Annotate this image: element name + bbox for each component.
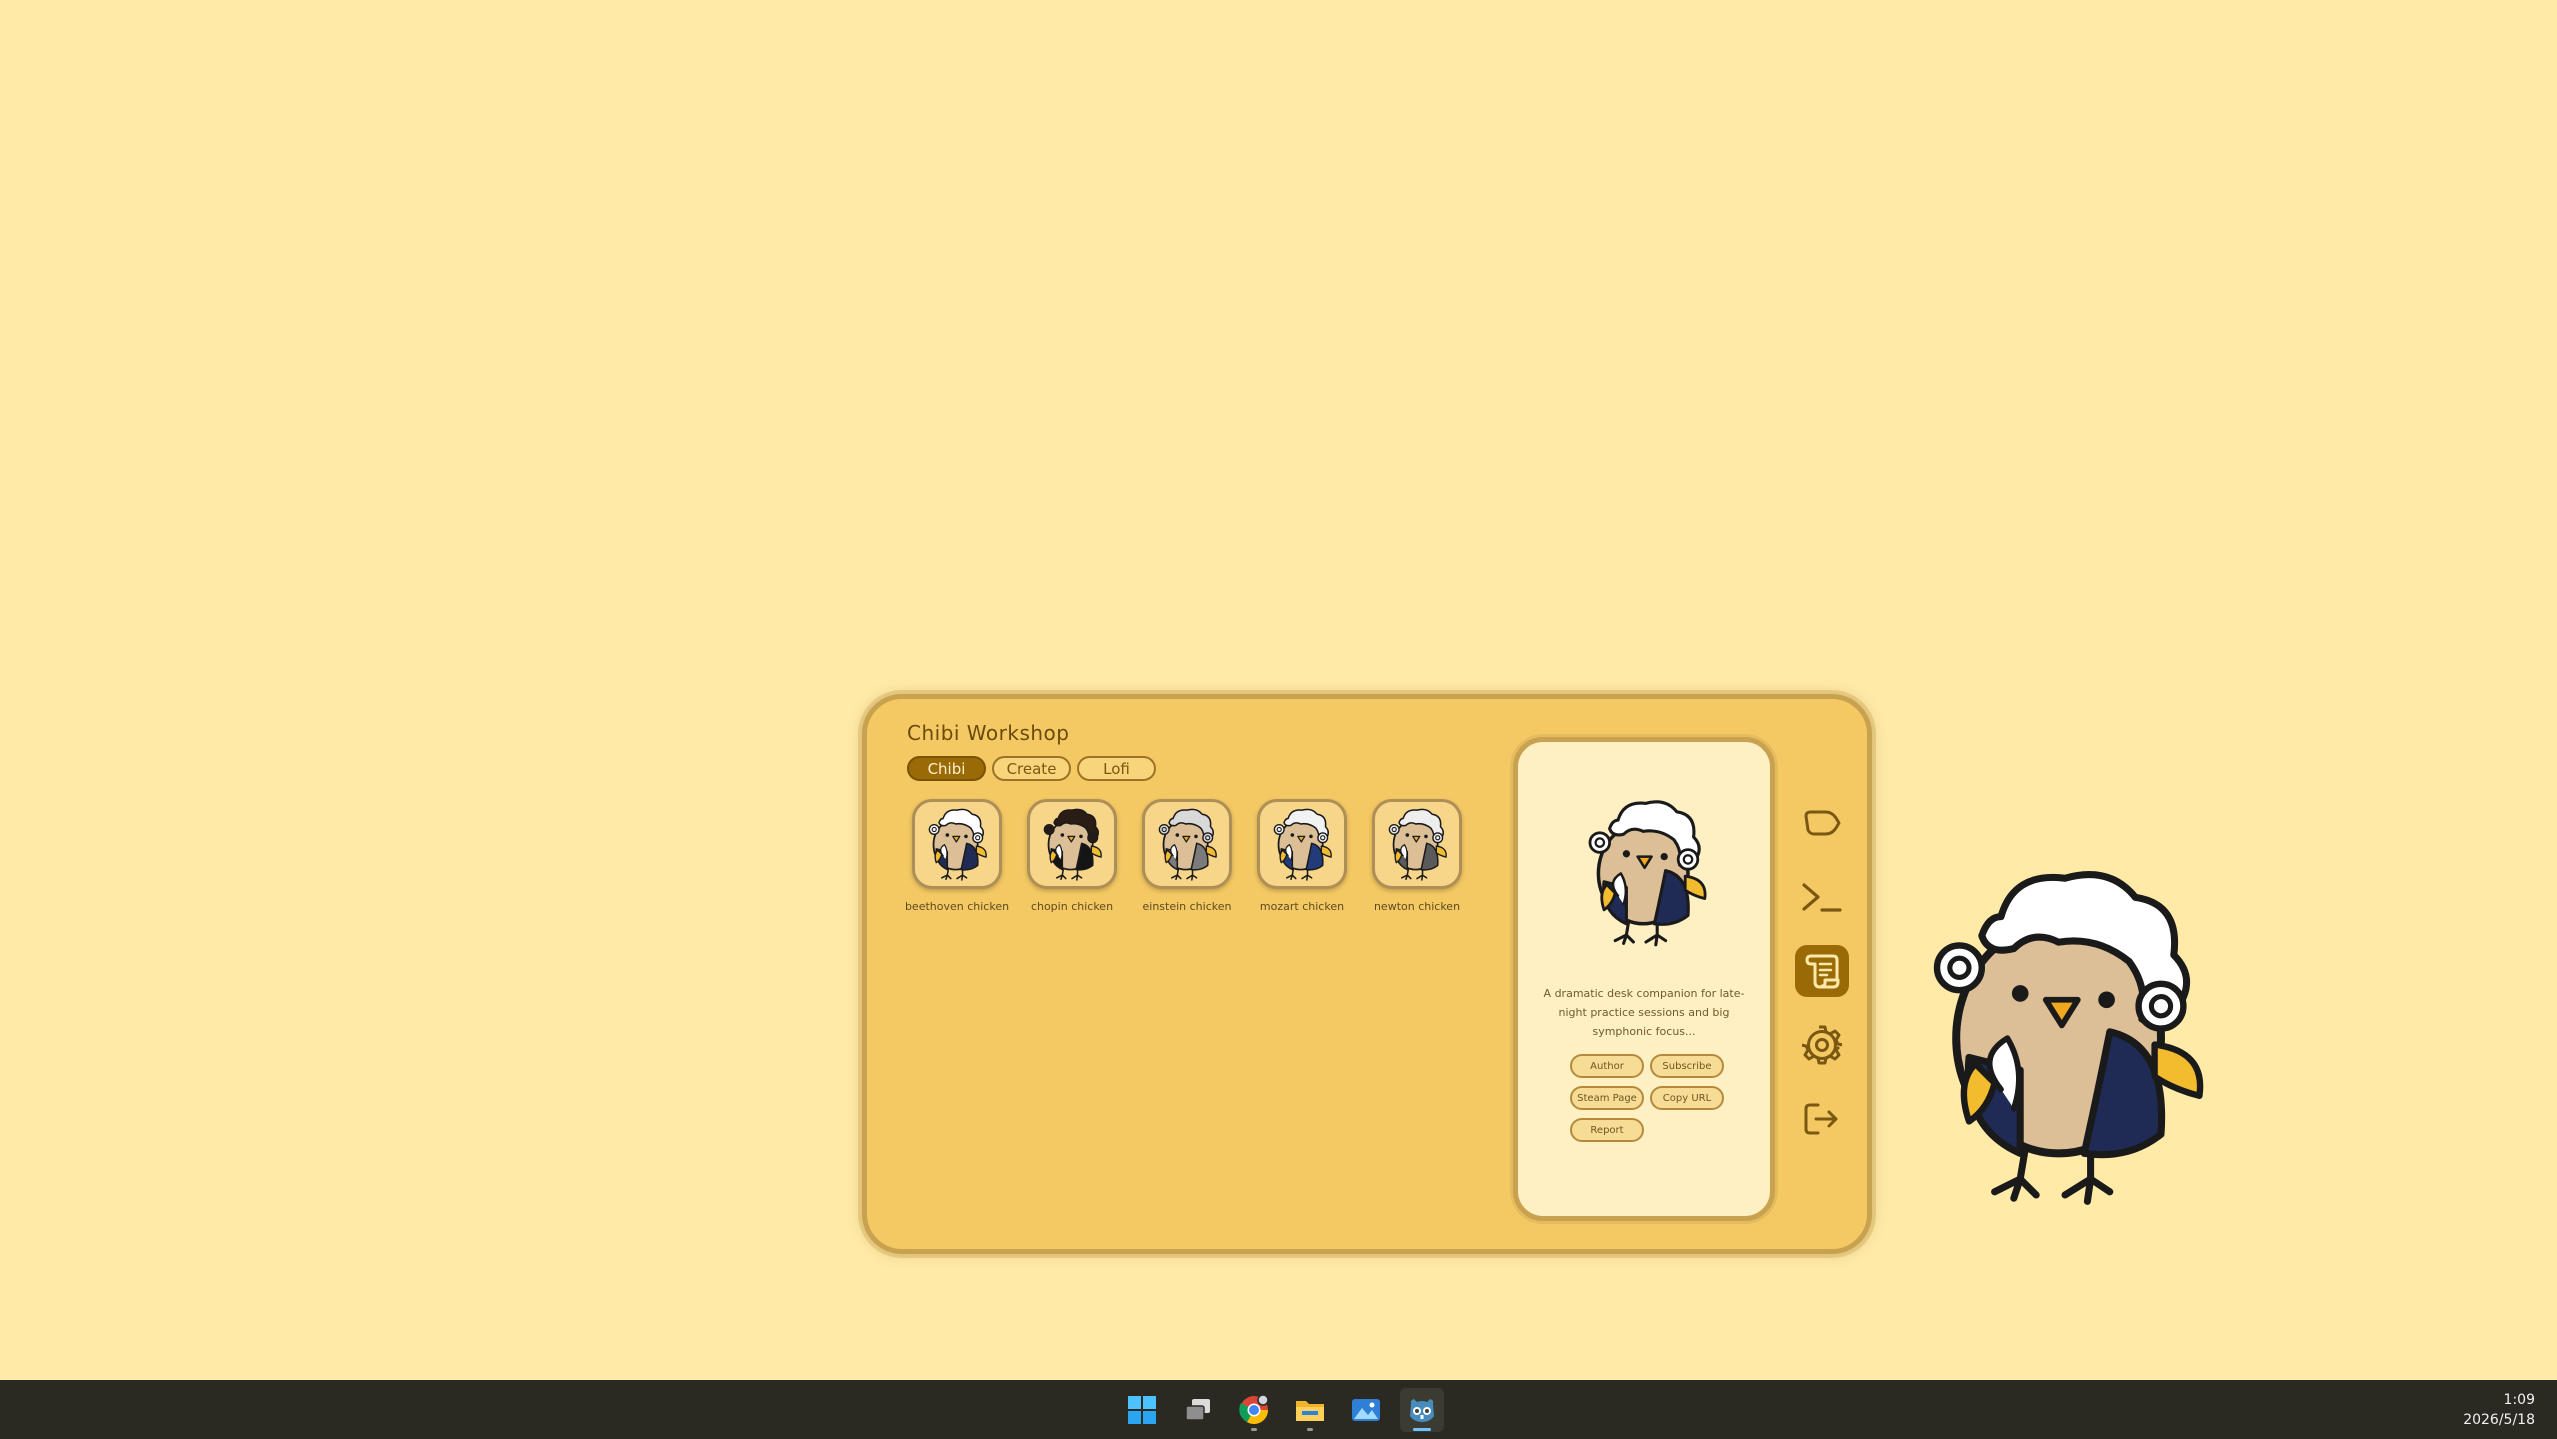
exit-icon	[1804, 1103, 1838, 1135]
tab-chibi[interactable]: Chibi	[907, 756, 986, 781]
author-button[interactable]: Author	[1570, 1054, 1644, 1078]
chibi-item-newton[interactable]: newton chicken	[1369, 799, 1465, 913]
photos-icon	[1352, 1399, 1380, 1421]
chibi-description: A dramatic desk companion for late-night…	[1543, 987, 1745, 1038]
file-explorer-icon	[1296, 1401, 1324, 1421]
chibi-item-label: mozart chicken	[1259, 900, 1345, 913]
chibi-thumbnail[interactable]	[912, 799, 1002, 889]
steam-page-button[interactable]: Steam Page	[1570, 1086, 1644, 1110]
detail-actions: Author Subscribe Steam Page Copy URL Rep…	[1570, 1054, 1730, 1142]
chicken-einstein-image	[1158, 808, 1217, 881]
start-button[interactable]	[1120, 1388, 1164, 1432]
nav-settings-button[interactable]	[1795, 1019, 1849, 1071]
chibi-item-beethoven[interactable]: beethoven chicken	[905, 799, 1009, 913]
chrome-button[interactable]	[1232, 1388, 1276, 1432]
chicken-mozart-image	[1273, 808, 1332, 881]
chibi-item-label: newton chicken	[1373, 900, 1461, 913]
nav-exit-button[interactable]	[1795, 1093, 1849, 1145]
nav-terminal-button[interactable]	[1795, 871, 1849, 923]
nav-scroll-button[interactable]	[1795, 945, 1849, 997]
tag-icon	[1804, 810, 1841, 836]
tab-create[interactable]: Create	[992, 756, 1071, 781]
chibi-item-chopin[interactable]: chopin chicken	[1024, 799, 1120, 913]
chibi-item-einstein[interactable]: einstein chicken	[1139, 799, 1235, 913]
chibi-thumbnail[interactable]	[1372, 799, 1462, 889]
task-view-icon	[1185, 1399, 1210, 1421]
detail-panel: A dramatic desk companion for late-night…	[1513, 737, 1775, 1221]
tab-bar: Chibi Create Lofi	[907, 756, 1156, 781]
chibi-item-label: chopin chicken	[1030, 900, 1114, 913]
taskbar: 1:09 2026/5/18	[0, 1380, 2557, 1439]
side-nav	[1795, 797, 1849, 1145]
clock-time: 1:09	[2503, 1392, 2535, 1408]
file-explorer-button[interactable]	[1288, 1388, 1332, 1432]
windows-start-icon	[1128, 1396, 1156, 1424]
taskbar-apps	[1120, 1388, 1444, 1432]
workshop-window: Chibi Workshop Chibi Create Lofi beethov…	[862, 694, 1872, 1254]
chibi-grid: beethoven chicken chopin chicken einstei…	[905, 799, 1465, 913]
photos-button[interactable]	[1344, 1388, 1388, 1432]
chibi-item-mozart[interactable]: mozart chicken	[1254, 799, 1350, 913]
clock-date: 2026/5/18	[2463, 1412, 2535, 1428]
subscribe-button[interactable]: Subscribe	[1650, 1054, 1724, 1078]
gear-icon	[1802, 1025, 1842, 1065]
chicken-chopin-image	[1043, 808, 1102, 881]
system-clock[interactable]: 1:09 2026/5/18	[2463, 1390, 2535, 1430]
godot-button[interactable]	[1400, 1388, 1444, 1432]
chibi-item-label: einstein chicken	[1142, 900, 1232, 913]
nav-tag-button[interactable]	[1795, 797, 1849, 849]
chibi-thumbnail[interactable]	[1142, 799, 1232, 889]
chrome-icon	[1239, 1394, 1269, 1424]
chicken-newton-image	[1388, 808, 1447, 881]
report-button[interactable]: Report	[1570, 1118, 1644, 1142]
godot-icon	[1410, 1399, 1434, 1422]
chicken-beethoven-image	[928, 808, 987, 881]
copy-url-button[interactable]: Copy URL	[1650, 1086, 1724, 1110]
chibi-thumbnail[interactable]	[1257, 799, 1347, 889]
running-indicator	[1413, 1428, 1431, 1431]
scroll-icon	[1805, 954, 1840, 989]
chibi-item-label: beethoven chicken	[904, 900, 1010, 913]
selected-chibi-preview	[1588, 800, 1707, 947]
window-title: Chibi Workshop	[907, 721, 1070, 745]
running-indicator	[1307, 1428, 1313, 1431]
terminal-icon	[1802, 883, 1842, 912]
running-indicator	[1251, 1428, 1257, 1431]
chibi-thumbnail[interactable]	[1027, 799, 1117, 889]
task-view-button[interactable]	[1176, 1388, 1220, 1432]
desktop-mascot-chicken[interactable]	[1905, 830, 2225, 1240]
tab-lofi[interactable]: Lofi	[1077, 756, 1156, 781]
